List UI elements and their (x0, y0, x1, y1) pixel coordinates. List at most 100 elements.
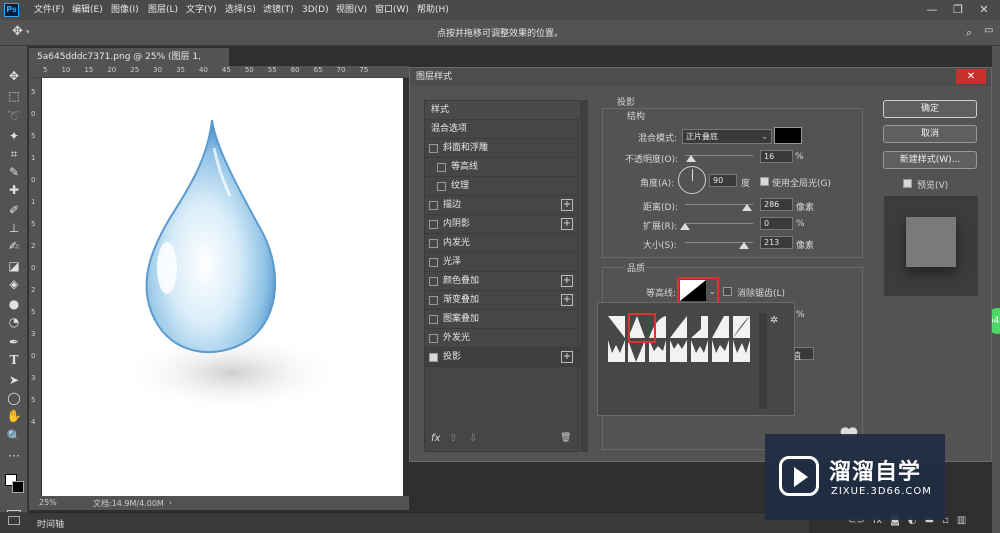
crop-tool-icon[interactable]: ⌗ (4, 146, 24, 162)
dodge-tool-icon[interactable]: ◔ (4, 314, 24, 330)
ok-button[interactable]: 确定 (883, 100, 977, 118)
style-item[interactable]: 内发光 (425, 234, 580, 253)
zoom-level[interactable]: 25% (39, 498, 57, 507)
add-style-icon[interactable]: + (561, 199, 573, 211)
antialias-checkbox[interactable] (723, 287, 732, 296)
type-tool-icon[interactable]: T (4, 352, 24, 368)
style-item[interactable]: 图案叠加 (425, 310, 580, 329)
menu-3d[interactable]: 3D(D) (302, 0, 329, 20)
close-icon[interactable]: ✕ (970, 0, 998, 20)
gear-icon[interactable]: ✲ (770, 315, 778, 326)
contour-picker[interactable]: ⌄ (677, 277, 719, 304)
menu-help[interactable]: 帮助(H) (417, 0, 449, 20)
fx-icon[interactable]: fx (431, 433, 440, 444)
gradient-tool-icon[interactable]: ◈ (4, 276, 24, 292)
menu-type[interactable]: 文字(Y) (186, 0, 217, 20)
restore-icon[interactable]: ❐ (944, 0, 972, 20)
workspace-icon[interactable]: ▭ (984, 25, 993, 36)
style-item-checkbox[interactable] (437, 182, 446, 191)
style-item[interactable]: 光泽 (425, 253, 580, 272)
add-style-icon[interactable]: + (561, 275, 573, 287)
marquee-tool-icon[interactable]: ⬚ (4, 88, 24, 104)
distance-input[interactable]: 286 (760, 198, 793, 211)
magic-wand-icon[interactable]: ✦ (4, 128, 24, 144)
style-item-checkbox[interactable] (437, 163, 446, 172)
menu-layer[interactable]: 图层(L) (148, 0, 178, 20)
popup-scrollbar[interactable] (759, 313, 767, 409)
style-item[interactable]: 颜色叠加 + (425, 272, 580, 291)
spread-input[interactable]: 0 (760, 217, 793, 230)
menu-image[interactable]: 图像(I) (111, 0, 139, 20)
menu-select[interactable]: 选择(S) (225, 0, 256, 20)
style-item-checkbox[interactable] (429, 239, 438, 248)
spread-slider[interactable] (685, 223, 753, 224)
zoom-tool-icon[interactable]: 🔍 (4, 428, 24, 444)
style-item-checkbox[interactable] (429, 334, 438, 343)
add-style-icon[interactable]: + (561, 351, 573, 363)
style-item-checkbox[interactable] (429, 315, 438, 324)
timeline-icon[interactable] (8, 516, 20, 525)
trash-icon[interactable]: 🗑 (560, 433, 571, 443)
distance-slider-knob[interactable] (742, 204, 752, 211)
timeline-label[interactable]: 时间轴 (37, 517, 64, 530)
cancel-button[interactable]: 取消 (883, 125, 977, 143)
blur-tool-icon[interactable]: ● (4, 296, 24, 312)
menu-window[interactable]: 窗口(W) (375, 0, 409, 20)
style-item-checkbox[interactable] (429, 353, 438, 362)
new-style-button[interactable]: 新建样式(W)... (883, 151, 977, 169)
style-item[interactable]: 渐变叠加 + (425, 291, 580, 310)
style-item-checkbox[interactable] (429, 220, 438, 229)
move-tool-icon[interactable]: ✥ (4, 68, 24, 84)
move-down-icon[interactable]: ⇩ (469, 433, 477, 444)
chevron-right-icon[interactable]: › (169, 498, 172, 507)
trash-icon[interactable]: ▥ (957, 515, 966, 533)
add-style-icon[interactable]: + (561, 218, 573, 230)
history-brush-icon[interactable]: ✍ (4, 238, 24, 254)
style-item[interactable]: 描边 + (425, 196, 580, 215)
style-item[interactable]: 投影 + (425, 348, 580, 367)
menu-view[interactable]: 视图(V) (336, 0, 367, 20)
size-slider-knob[interactable] (739, 242, 749, 249)
dialog-close-button[interactable]: ✕ (956, 69, 986, 84)
style-item-checkbox[interactable] (429, 258, 438, 267)
blend-mode-select[interactable]: 正片叠底 ⌄ (682, 129, 772, 144)
angle-input[interactable]: 90 (709, 174, 737, 187)
stamp-tool-icon[interactable]: ⊥ (4, 220, 24, 236)
style-item-checkbox[interactable] (429, 277, 438, 286)
opacity-slider-knob[interactable] (686, 155, 696, 162)
style-item[interactable]: 纹理 (425, 177, 580, 196)
style-item-checkbox[interactable] (429, 296, 438, 305)
menu-edit[interactable]: 编辑(E) (72, 0, 103, 20)
path-select-icon[interactable]: ➤ (4, 372, 24, 388)
style-item[interactable]: 斜面和浮雕 (425, 139, 580, 158)
style-item[interactable]: 外发光 (425, 329, 580, 348)
spread-slider-knob[interactable] (680, 223, 690, 230)
style-item[interactable]: 内阴影 + (425, 215, 580, 234)
background-color-swatch[interactable] (12, 481, 24, 493)
menu-file[interactable]: 文件(F) (34, 0, 64, 20)
search-icon[interactable]: ⌕ (966, 26, 972, 40)
angle-dial[interactable] (678, 166, 706, 194)
add-style-icon[interactable]: + (561, 294, 573, 306)
document-tab[interactable]: 5a645dddc7371.png @ 25% (图层 1, RGB/8) * … (29, 48, 229, 80)
brush-tool-icon[interactable]: ✐ (4, 202, 24, 218)
hand-tool-icon[interactable]: ✋ (4, 408, 24, 424)
move-up-icon[interactable]: ⇧ (449, 433, 457, 444)
pen-tool-icon[interactable]: ✒ (4, 334, 24, 350)
eraser-tool-icon[interactable]: ◪ (4, 258, 24, 274)
shape-tool-icon[interactable]: ◯ (4, 390, 24, 406)
styles-header[interactable]: 样式 (425, 101, 580, 120)
opacity-input[interactable]: 16 (760, 150, 793, 163)
healing-brush-icon[interactable]: ✚ (4, 182, 24, 198)
global-light-checkbox[interactable] (760, 177, 769, 186)
shadow-color-swatch[interactable] (774, 127, 802, 144)
style-item[interactable]: 等高线 (425, 158, 580, 177)
size-input[interactable]: 213 (760, 236, 793, 249)
style-item-checkbox[interactable] (429, 201, 438, 210)
selected-contour-highlight[interactable] (628, 313, 656, 343)
more-tools-icon[interactable]: ··· (4, 448, 24, 464)
document-canvas[interactable] (42, 78, 403, 496)
lasso-tool-icon[interactable]: ➰ (4, 108, 24, 124)
minimize-icon[interactable]: — (918, 0, 946, 20)
style-item-checkbox[interactable] (429, 144, 438, 153)
